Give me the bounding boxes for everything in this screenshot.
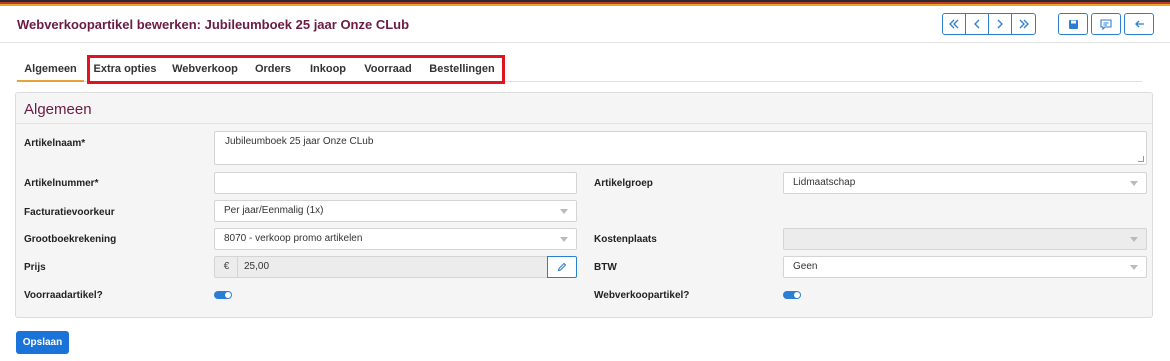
algemeen-panel <box>15 92 1153 318</box>
facturatievoorkeur-value: Per jaar/Eenmalig (1x) <box>224 205 324 216</box>
double-chevron-right-icon <box>1019 19 1029 29</box>
artikelnummer-field[interactable] <box>214 172 577 194</box>
caret-down-icon <box>560 237 568 242</box>
currency-prefix: € <box>214 256 238 278</box>
voorraadartikel-toggle[interactable] <box>214 291 232 299</box>
btw-select[interactable]: Geen <box>783 256 1147 278</box>
facturatievoorkeur-select[interactable]: Per jaar/Eenmalig (1x) <box>214 200 577 222</box>
last-record-button[interactable] <box>1012 14 1035 34</box>
btw-label: BTW <box>594 262 617 273</box>
resize-handle[interactable] <box>1138 156 1144 162</box>
first-record-button[interactable] <box>943 14 966 34</box>
btw-value: Geen <box>793 261 818 272</box>
caret-down-icon <box>560 209 568 214</box>
webverkoopartikel-label: Webverkoopartikel? <box>594 290 690 301</box>
artikelgroep-select[interactable]: Lidmaatschap <box>783 172 1147 194</box>
artikelnaam-field[interactable]: Jubileumboek 25 jaar Onze CLub <box>214 131 1147 165</box>
record-navigation <box>942 13 1036 35</box>
grootboekrekening-select[interactable]: 8070 - verkoop promo artikelen <box>214 228 577 250</box>
back-button[interactable] <box>1124 13 1154 35</box>
artikelgroep-label: Artikelgroep <box>594 178 653 189</box>
page-title: Webverkoopartikel bewerken: Jubileumboek… <box>17 17 410 32</box>
arrow-left-icon <box>1134 20 1144 28</box>
facturatievoorkeur-label: Facturatievoorkeur <box>24 207 115 218</box>
artikelnaam-value: Jubileumboek 25 jaar Onze CLub <box>225 136 374 147</box>
save-icon-button[interactable] <box>1058 13 1088 35</box>
save-button[interactable]: Opslaan <box>16 331 69 354</box>
header-divider <box>0 42 1170 43</box>
edit-price-button[interactable] <box>547 256 577 278</box>
next-record-button[interactable] <box>989 14 1012 34</box>
prijs-label: Prijs <box>24 262 46 273</box>
tab-algemeen[interactable]: Algemeen <box>17 58 84 82</box>
caret-down-icon <box>1130 237 1138 242</box>
caret-down-icon <box>1130 265 1138 270</box>
voorraadartikel-label: Voorraadartikel? <box>24 290 103 301</box>
caret-down-icon <box>1130 181 1138 186</box>
chevron-right-icon <box>997 19 1003 29</box>
comment-icon <box>1100 18 1112 30</box>
prijs-field[interactable]: 25,00 <box>237 256 548 278</box>
panel-divider <box>16 123 1152 124</box>
grootboekrekening-label: Grootboekrekening <box>24 234 117 245</box>
comment-button[interactable] <box>1091 13 1121 35</box>
double-chevron-left-icon <box>949 19 959 29</box>
webverkoopartikel-toggle[interactable] <box>783 291 801 299</box>
panel-title: Algemeen <box>24 101 92 118</box>
grootboekrekening-value: 8070 - verkoop promo artikelen <box>224 233 363 244</box>
chevron-left-icon <box>974 19 980 29</box>
artikelnummer-label: Artikelnummer* <box>24 178 99 189</box>
top-color-bar <box>0 0 1170 6</box>
floppy-disk-icon <box>1068 19 1078 29</box>
pencil-icon <box>557 262 567 272</box>
artikelgroep-value: Lidmaatschap <box>793 177 856 188</box>
kostenplaats-select[interactable] <box>783 228 1147 250</box>
kostenplaats-label: Kostenplaats <box>594 234 657 245</box>
artikelnaam-label: Artikelnaam* <box>24 138 86 149</box>
tabs-highlight-annotation <box>87 55 505 84</box>
previous-record-button[interactable] <box>966 14 989 34</box>
